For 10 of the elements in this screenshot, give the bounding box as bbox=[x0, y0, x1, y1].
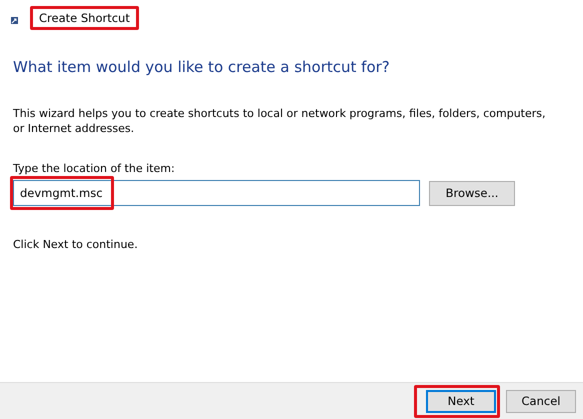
description-text: This wizard helps you to create shortcuts to local or network programs, files, folders, computers, or Internet addresses. bbox=[13, 106, 547, 136]
shortcut-icon bbox=[11, 17, 18, 25]
cancel-button[interactable]: Cancel bbox=[506, 390, 576, 412]
location-label: Type the location of the item: bbox=[13, 162, 176, 175]
browse-button[interactable]: Browse... bbox=[429, 180, 515, 206]
location-field[interactable]: devmgmt.msc bbox=[13, 180, 420, 206]
wizard-heading: What item would you like to create a shortcut for? bbox=[13, 58, 391, 76]
window-title: Create Shortcut bbox=[30, 6, 139, 30]
next-button[interactable]: Next bbox=[426, 390, 496, 412]
hint-text: Click Next to continue. bbox=[13, 238, 139, 251]
